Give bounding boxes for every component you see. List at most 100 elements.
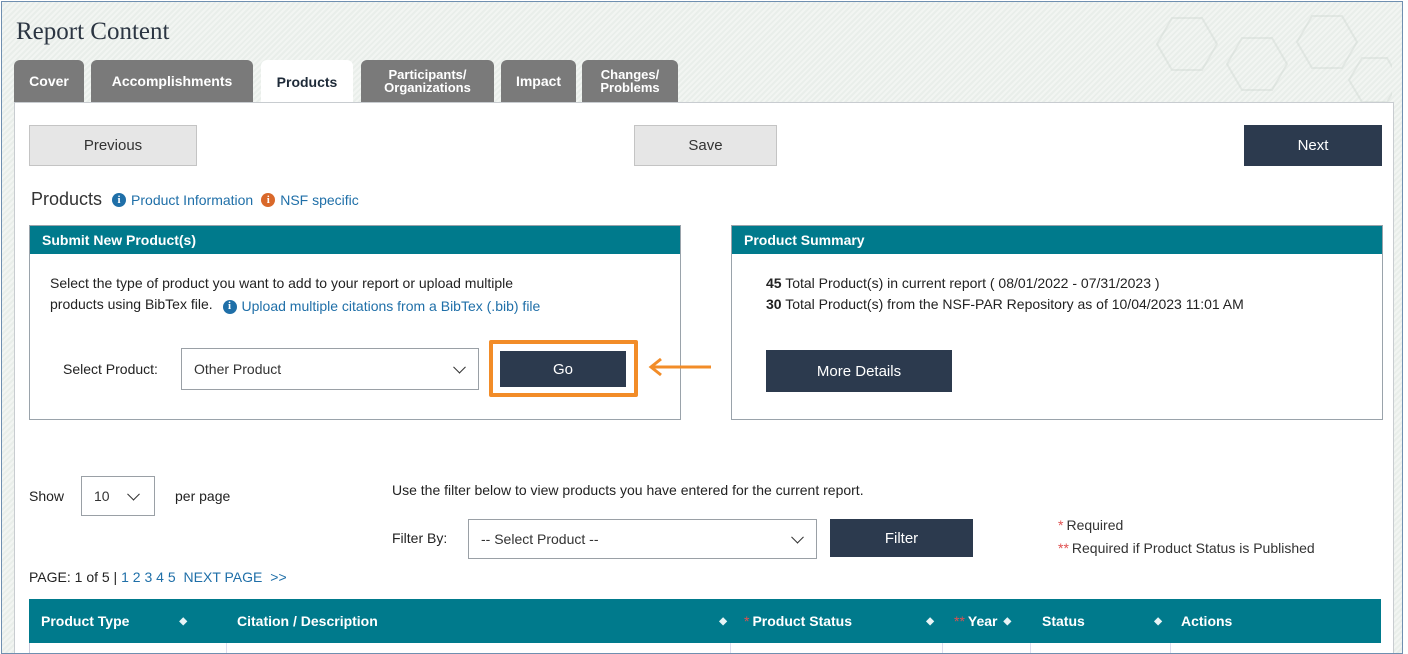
- description-text: products using BibTex file.: [50, 296, 213, 312]
- hexagon-decoration: [1155, 15, 1392, 103]
- page-title: Report Content: [16, 18, 170, 45]
- required-published-note: Required if Product Status is Published: [1071, 540, 1315, 556]
- tab-changes-problems[interactable]: Changes/Problems: [582, 60, 678, 102]
- page-link-2[interactable]: 2: [133, 569, 141, 585]
- column-label: Product Status: [752, 613, 853, 629]
- required-marker: *: [744, 613, 750, 629]
- table-row: [29, 643, 1381, 653]
- cell-divider: [942, 643, 943, 653]
- page-link-5[interactable]: 5: [168, 569, 176, 585]
- per-page-select[interactable]: 10: [81, 476, 155, 516]
- required-marker: *: [1058, 517, 1064, 533]
- go-button-highlight: [489, 340, 638, 397]
- page-link-3[interactable]: 3: [144, 569, 152, 585]
- nsf-specific-link[interactable]: i NSF specific: [261, 192, 359, 208]
- section-title: Products: [31, 189, 103, 209]
- save-button[interactable]: Save: [634, 125, 777, 166]
- column-label: Product Type: [41, 613, 130, 629]
- filter-hint: Use the filter below to view products yo…: [392, 482, 864, 498]
- column-label: Actions: [1181, 613, 1233, 629]
- per-page-label: per page: [175, 488, 231, 504]
- tab-impact[interactable]: Impact: [501, 60, 576, 102]
- column-product-status[interactable]: * Product Status ◆: [744, 599, 934, 643]
- summary-line-text: Total Product(s) in current report ( 08/…: [785, 275, 1160, 291]
- summary-count: 30: [766, 296, 782, 312]
- tab-label: Cover: [29, 72, 69, 89]
- submit-new-product-box: Submit New Product(s) Select the type of…: [29, 225, 681, 420]
- filter-product-select[interactable]: -- Select Product --: [468, 519, 817, 559]
- summary-line: 45 Total Product(s) in current report ( …: [766, 273, 1376, 294]
- page-link-1[interactable]: 1: [121, 569, 129, 585]
- tab-products[interactable]: Products: [261, 60, 353, 104]
- column-status[interactable]: Status ◆: [1042, 599, 1162, 643]
- cell-divider: [1170, 643, 1171, 653]
- products-table-header: Product Type ◆ Citation / Description ◆ …: [29, 599, 1381, 643]
- page-info: PAGE: 1 of 5 |: [29, 569, 118, 585]
- required-marker: **: [954, 613, 965, 629]
- info-icon: i: [261, 192, 276, 207]
- chevron-down-icon: [127, 487, 140, 501]
- column-label: Citation / Description: [237, 613, 378, 629]
- show-label: Show: [29, 488, 65, 504]
- column-label: Status: [1042, 613, 1085, 629]
- cell-divider: [226, 643, 227, 653]
- product-information-label: Product Information: [131, 191, 254, 208]
- column-year[interactable]: ** Year ◆: [954, 599, 1034, 643]
- submit-description: Select the type of product you want to a…: [50, 273, 670, 317]
- info-icon: i: [222, 299, 237, 314]
- select-product-label: Select Product:: [63, 361, 158, 377]
- box-header: Product Summary: [732, 226, 1382, 254]
- tab-participants-organizations[interactable]: Participants/Organizations: [361, 60, 494, 102]
- upload-bibtex-link[interactable]: i Upload multiple citations from a BibTe…: [222, 296, 541, 317]
- tab-label: Impact: [515, 72, 562, 89]
- select-value: 10: [94, 488, 110, 504]
- column-product-type[interactable]: Product Type ◆: [41, 599, 221, 643]
- cell-divider: [730, 643, 731, 653]
- more-details-button[interactable]: More Details: [766, 350, 952, 392]
- products-panel: Previous Save Next Products i Product In…: [14, 102, 1394, 653]
- sort-icon: ◆: [1003, 615, 1012, 627]
- description-line: products using BibTex file. i Upload mul…: [50, 294, 670, 317]
- product-type-select[interactable]: Other Product: [181, 348, 479, 390]
- info-icon: i: [112, 192, 127, 207]
- tab-label: Accomplishments: [111, 72, 233, 89]
- next-arrows-link[interactable]: >>: [270, 569, 286, 585]
- filter-by-label: Filter By:: [392, 530, 448, 546]
- tab-label-line2: Organizations: [384, 80, 471, 95]
- summary-line-text: Total Product(s) from the NSF-PAR Reposi…: [785, 296, 1244, 312]
- next-button[interactable]: Next: [1244, 125, 1382, 166]
- filter-button[interactable]: Filter: [830, 519, 973, 557]
- arrow-left-icon: [648, 357, 711, 377]
- summary-line: 30 Total Product(s) from the NSF-PAR Rep…: [766, 294, 1376, 315]
- chevron-down-icon: [791, 530, 804, 544]
- previous-button[interactable]: Previous: [29, 125, 197, 166]
- summary-text: 45 Total Product(s) in current report ( …: [766, 273, 1376, 315]
- upload-bibtex-label: Upload multiple citations from a BibTex …: [241, 298, 541, 314]
- description-line: Select the type of product you want to a…: [50, 275, 514, 291]
- summary-count: 45: [766, 275, 782, 291]
- box-header: Submit New Product(s): [30, 226, 680, 254]
- page-link-4[interactable]: 4: [156, 569, 164, 585]
- next-page-link[interactable]: NEXT PAGE: [184, 569, 263, 585]
- required-published-legend: ** Required if Product Status is Publishe…: [1058, 538, 1315, 559]
- report-content-frame: Report Content Cover Accomplishments Pro…: [1, 1, 1403, 654]
- product-summary-box: Product Summary 45 Total Product(s) in c…: [731, 225, 1383, 420]
- required-note: Required: [1066, 517, 1124, 533]
- select-value: -- Select Product --: [481, 531, 599, 547]
- pagination: PAGE: 1 of 5 | 1 2 3 4 5 NEXT PAGE >>: [29, 567, 287, 588]
- tab-label-line2: Problems: [600, 80, 660, 95]
- select-value: Other Product: [194, 361, 282, 377]
- tab-cover[interactable]: Cover: [14, 60, 84, 102]
- sort-icon: ◆: [1154, 615, 1162, 627]
- products-heading-row: Products i Product Information i NSF spe…: [31, 189, 359, 210]
- sort-icon: ◆: [926, 615, 934, 627]
- tab-label: Products: [276, 73, 338, 90]
- column-citation-description[interactable]: Citation / Description ◆: [237, 599, 727, 643]
- product-information-link[interactable]: i Product Information: [112, 192, 253, 208]
- chevron-down-icon: [453, 360, 466, 374]
- required-published-marker: **: [1058, 540, 1069, 556]
- sort-icon: ◆: [719, 615, 727, 627]
- required-legend: * Required: [1058, 515, 1123, 536]
- tab-accomplishments[interactable]: Accomplishments: [91, 60, 253, 102]
- nsf-specific-label: NSF specific: [280, 191, 359, 208]
